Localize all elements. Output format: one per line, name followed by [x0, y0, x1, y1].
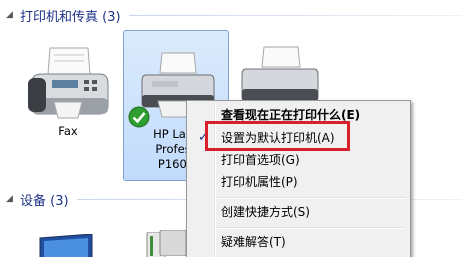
- group-title-devices: 设备 (3): [20, 193, 69, 209]
- chevron-down-icon[interactable]: ◢: [6, 10, 18, 20]
- chevron-down-icon[interactable]: ◢: [6, 194, 18, 204]
- menu-item-printer-properties[interactable]: 打印机属性(P): [190, 171, 407, 193]
- menu-item-printing-preferences[interactable]: 打印首选项(G): [190, 149, 407, 171]
- devices-and-printers-window: ◢ 打印机和传真 (3) Fax HP Lase Profess P1606 ◢…: [0, 0, 469, 257]
- menu-item-label: 打印首选项(G): [221, 153, 300, 167]
- context-menu: 查看现在正在打印什么(E) ✓ 设置为默认打印机(A) 打印首选项(G) 打印机…: [186, 100, 411, 257]
- group-header-printers[interactable]: ◢ 打印机和传真 (3): [6, 5, 462, 25]
- menu-item-troubleshoot[interactable]: 疑难解答(T): [190, 231, 407, 253]
- menu-item-label: 创建快捷方式(S): [221, 205, 310, 219]
- menu-item-label: 设置为默认打印机(A): [221, 131, 335, 145]
- menu-item-see-whats-printing[interactable]: 查看现在正在打印什么(E): [190, 104, 407, 126]
- checkmark-icon: ✓: [198, 130, 209, 145]
- menu-separator: [217, 227, 405, 229]
- device-tile-fax[interactable]: Fax: [18, 44, 118, 139]
- menu-item-set-default-printer[interactable]: ✓ 设置为默认打印机(A): [190, 127, 407, 149]
- printer-icon: [241, 46, 319, 102]
- menu-item-label: 打印机属性(P): [221, 175, 298, 189]
- fax-icon: [28, 47, 109, 119]
- device-label-fax: Fax: [58, 124, 78, 138]
- menu-item-create-shortcut[interactable]: 创建快捷方式(S): [190, 201, 407, 223]
- device-tile-printer[interactable]: [238, 45, 322, 103]
- menu-item-label: 疑难解答(T): [221, 235, 286, 249]
- menu-separator: [217, 197, 405, 199]
- default-check-icon: [128, 106, 150, 128]
- menu-item-label: 查看现在正在打印什么(E): [221, 108, 361, 122]
- group-title-printers: 打印机和传真 (3): [20, 9, 121, 25]
- group-divider: [128, 14, 462, 16]
- monitor-icon[interactable]: [36, 234, 96, 257]
- drive-icon[interactable]: [158, 230, 188, 256]
